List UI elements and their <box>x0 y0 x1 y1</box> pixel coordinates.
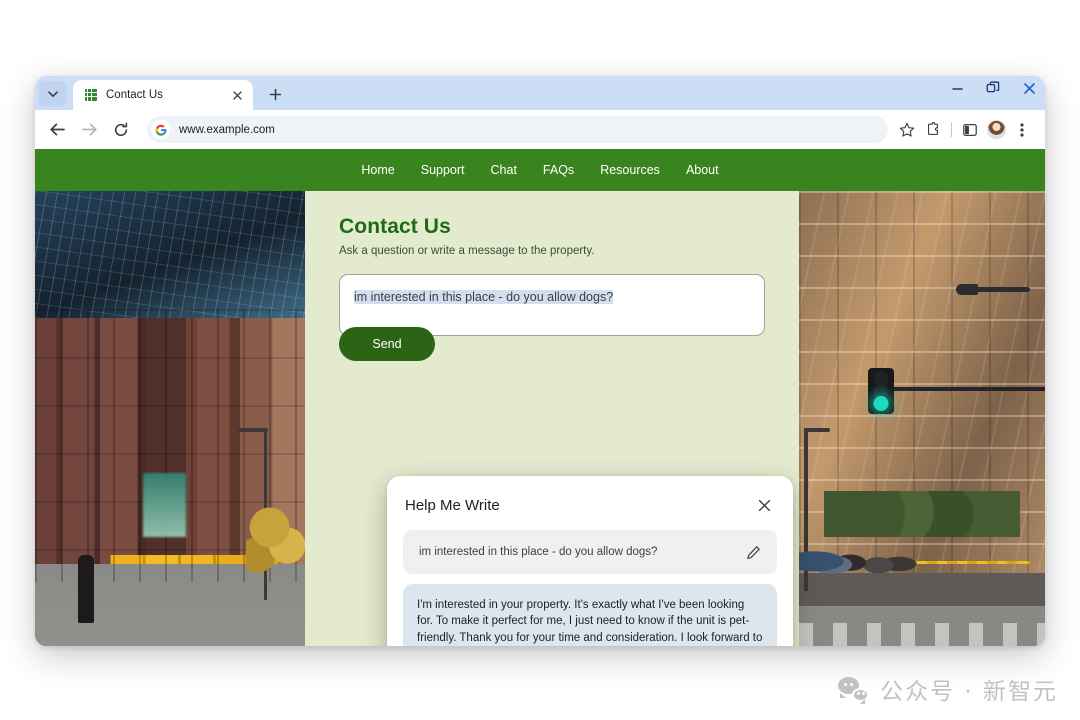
dialog-title: Help Me Write <box>405 496 500 514</box>
window-controls <box>949 80 1037 96</box>
forward-button[interactable] <box>75 116 103 144</box>
page-subtitle: Ask a question or write a message to the… <box>339 245 595 257</box>
browser-menu-button[interactable] <box>1009 117 1035 143</box>
prompt-field[interactable]: im interested in this place - do you all… <box>403 530 777 574</box>
grid-favicon <box>85 89 97 101</box>
profile-button[interactable] <box>983 117 1009 143</box>
nav-item-about[interactable]: About <box>686 163 719 177</box>
generated-text: I'm interested in your property. It's ex… <box>417 599 763 644</box>
message-text-selected: im interested in this place - do you all… <box>354 290 614 304</box>
reload-button[interactable] <box>107 116 135 144</box>
close-icon <box>1023 82 1035 94</box>
nav-item-faqs[interactable]: FAQs <box>543 163 574 177</box>
pencil-icon[interactable] <box>743 542 763 562</box>
watermark: 公众号 · 新智元 <box>838 672 1058 706</box>
minimize-icon <box>951 87 963 90</box>
reload-icon <box>114 122 128 136</box>
maximize-button[interactable] <box>985 80 1001 96</box>
city-building-taxis-photo <box>35 191 305 646</box>
traffic-light-icon <box>867 368 894 415</box>
minimize-button[interactable] <box>949 80 965 96</box>
dialog-close-button[interactable] <box>753 494 775 516</box>
help-me-write-dialog: Help Me Write im interested in this plac… <box>387 476 793 646</box>
nav-item-resources[interactable]: Resources <box>600 163 660 177</box>
google-g-icon <box>151 120 170 139</box>
close-icon <box>758 499 770 511</box>
site-navigation: Home Support Chat FAQs Resources About <box>35 149 1045 191</box>
back-button[interactable] <box>43 116 71 144</box>
tab-strip: Contact Us <box>35 76 1045 110</box>
side-panel-icon <box>963 123 977 136</box>
tab-title: Contact Us <box>106 89 163 101</box>
bookmark-button[interactable] <box>894 117 920 143</box>
send-button[interactable]: Send <box>339 327 435 361</box>
three-dots-vertical-icon <box>1020 122 1024 137</box>
nav-item-chat[interactable]: Chat <box>491 163 517 177</box>
plus-icon <box>269 88 281 100</box>
url-text: www.example.com <box>179 123 275 136</box>
tab-close-button[interactable] <box>229 87 245 103</box>
toolbar-divider <box>951 122 952 137</box>
address-bar[interactable]: www.example.com <box>147 116 888 143</box>
watermark-text: 公众号 · 新智元 <box>880 679 1058 705</box>
arrow-left-icon <box>49 123 65 136</box>
generated-result-card: I'm interested in your property. It's ex… <box>403 584 777 646</box>
new-tab-button[interactable] <box>262 81 288 107</box>
extensions-button[interactable] <box>920 117 946 143</box>
browser-toolbar: www.example.com <box>35 110 1045 149</box>
close-icon <box>232 90 242 100</box>
browser-window: Contact Us www.example.com Home Support … <box>35 76 1045 646</box>
puzzle-piece-icon <box>927 121 939 135</box>
avatar <box>986 120 1006 139</box>
wechat-icon <box>838 676 870 704</box>
restore-icon <box>986 81 1000 93</box>
arrow-right-icon <box>81 123 97 136</box>
web-page: Home Support Chat FAQs Resources About C… <box>35 149 1045 646</box>
browser-tab[interactable]: Contact Us <box>73 80 253 110</box>
city-glass-tower-photo <box>799 191 1045 646</box>
close-window-button[interactable] <box>1021 80 1037 96</box>
prompt-text: im interested in this place - do you all… <box>419 546 658 558</box>
star-icon <box>899 122 915 137</box>
nav-item-home[interactable]: Home <box>361 163 394 177</box>
nav-item-support[interactable]: Support <box>421 163 465 177</box>
dialog-header: Help Me Write <box>405 494 775 516</box>
side-panel-button[interactable] <box>957 117 983 143</box>
chevron-down-icon <box>48 90 58 97</box>
tab-search-button[interactable] <box>39 81 67 107</box>
page-title: Contact Us <box>339 215 451 238</box>
